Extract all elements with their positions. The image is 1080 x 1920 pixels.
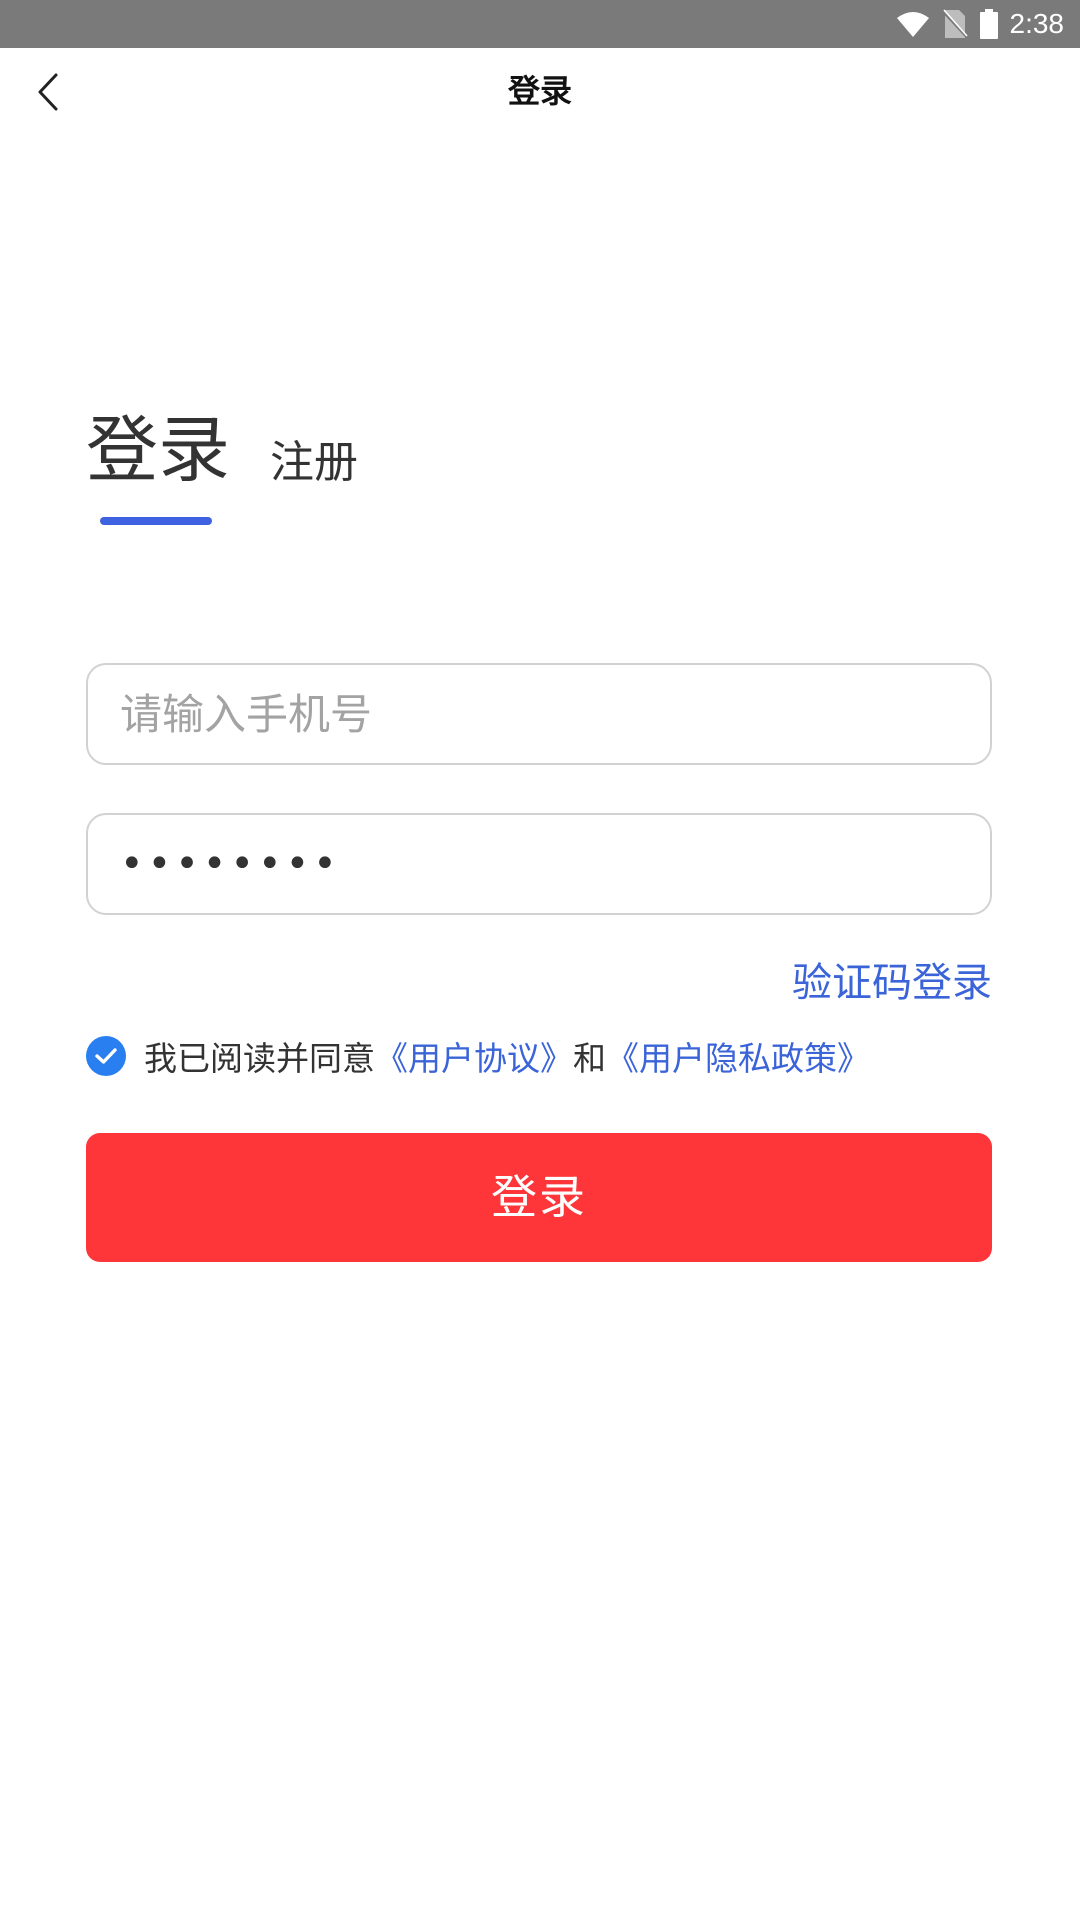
phone-field	[86, 663, 992, 765]
tab-login[interactable]: 登录	[86, 405, 230, 495]
chevron-left-icon	[36, 72, 60, 112]
status-icons: 2:38	[896, 0, 1065, 48]
agreement-checkbox[interactable]	[86, 1036, 126, 1076]
password-field	[86, 813, 992, 915]
page-title: 登录	[507, 72, 572, 110]
user-agreement-link[interactable]: 《用户协议》	[375, 1032, 573, 1080]
tab-register[interactable]: 注册	[270, 433, 358, 493]
active-tab-indicator	[100, 517, 212, 525]
battery-icon	[979, 9, 998, 39]
password-input[interactable]	[120, 815, 950, 913]
login-button[interactable]: 登录	[86, 1133, 992, 1262]
checkmark-icon	[94, 1046, 118, 1066]
status-time: 2:38	[1009, 8, 1065, 39]
code-login-link[interactable]: 验证码登录	[792, 950, 992, 1008]
no-sim-icon	[941, 9, 968, 39]
agreement-row: 我已阅读并同意 《用户协议》 和 《用户隐私政策》	[86, 1032, 870, 1080]
status-bar: 2:38	[0, 0, 1080, 48]
wifi-icon	[896, 10, 930, 38]
phone-input[interactable]	[120, 665, 950, 763]
agreement-prefix: 我已阅读并同意	[144, 1039, 375, 1078]
back-button[interactable]	[20, 64, 76, 120]
auth-tabs: 登录 注册	[86, 405, 786, 535]
agreement-and: 和	[573, 1039, 606, 1078]
privacy-policy-link[interactable]: 《用户隐私政策》	[606, 1032, 870, 1080]
app-bar: 登录	[0, 48, 1080, 134]
